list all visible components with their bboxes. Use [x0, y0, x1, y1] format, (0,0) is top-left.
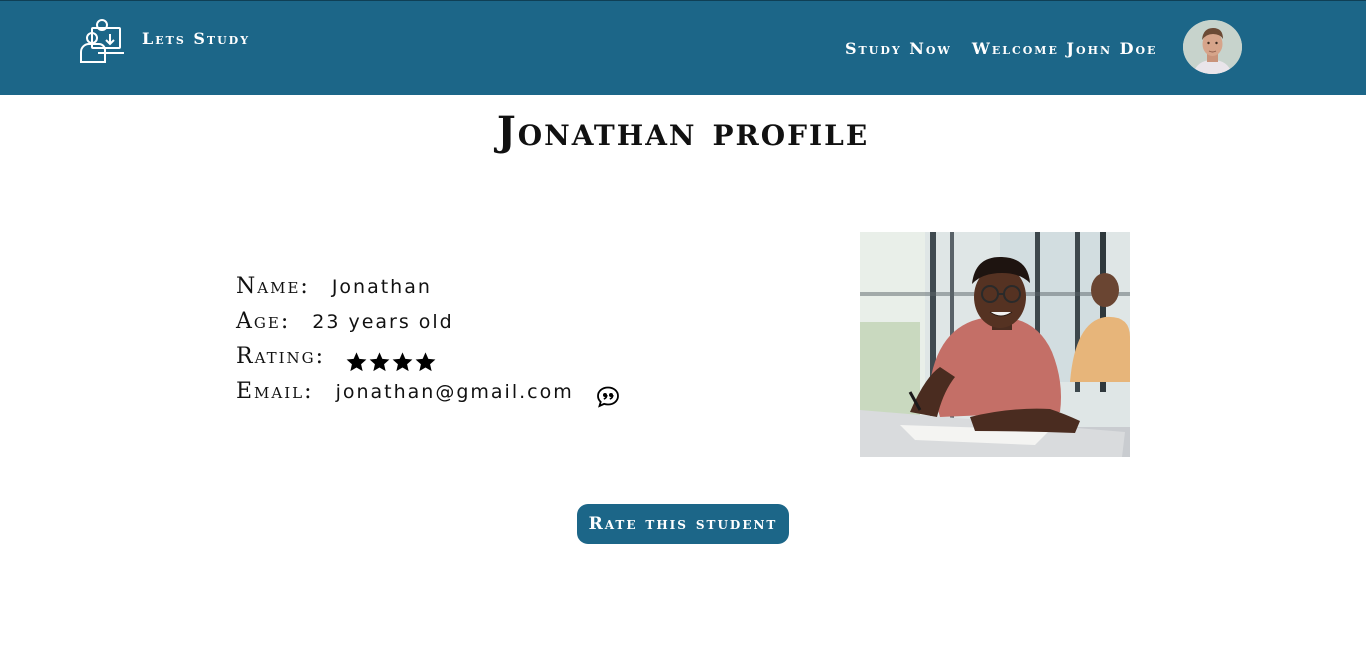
nav-study-now[interactable]: Study Now [845, 39, 952, 58]
page-title: Jonathan profile [496, 108, 870, 155]
age-label: Age: [236, 309, 291, 334]
navbar: Lets Study Study Now Welcome John Doe [0, 0, 1366, 95]
name-label: Name: [236, 274, 310, 299]
age-row: Age: 23 years old [236, 309, 620, 344]
brand-text: Lets Study [142, 28, 251, 48]
nav-links: Study Now Welcome John Doe [845, 39, 1177, 58]
star-icon [392, 351, 413, 371]
rate-student-button[interactable]: Rate this student [577, 504, 789, 544]
chat-quote-icon[interactable] [596, 385, 620, 409]
email-label: Email: [236, 379, 314, 404]
teacher-icon [80, 19, 124, 63]
rating-label: Rating: [236, 344, 326, 369]
email-row: Email: jonathan@gmail.com [236, 379, 620, 414]
profile-details: Name: Jonathan Age: 23 years old Rating:… [236, 274, 620, 414]
brand-link[interactable]: Lets Study [78, 18, 250, 64]
email-value: jonathan@gmail.com [335, 381, 574, 403]
rating-row: Rating: [236, 344, 620, 379]
rating-stars [345, 351, 437, 373]
student-photo [860, 232, 1130, 457]
user-avatar[interactable] [1183, 20, 1242, 74]
star-icon [415, 351, 436, 371]
name-row: Name: Jonathan [236, 274, 620, 309]
star-icon [346, 351, 367, 371]
star-icon [369, 351, 390, 371]
nav-welcome-user[interactable]: Welcome John Doe [972, 39, 1158, 58]
age-value: 23 years old [312, 311, 454, 333]
avatar-icon [1183, 20, 1242, 74]
name-value: Jonathan [331, 276, 432, 298]
